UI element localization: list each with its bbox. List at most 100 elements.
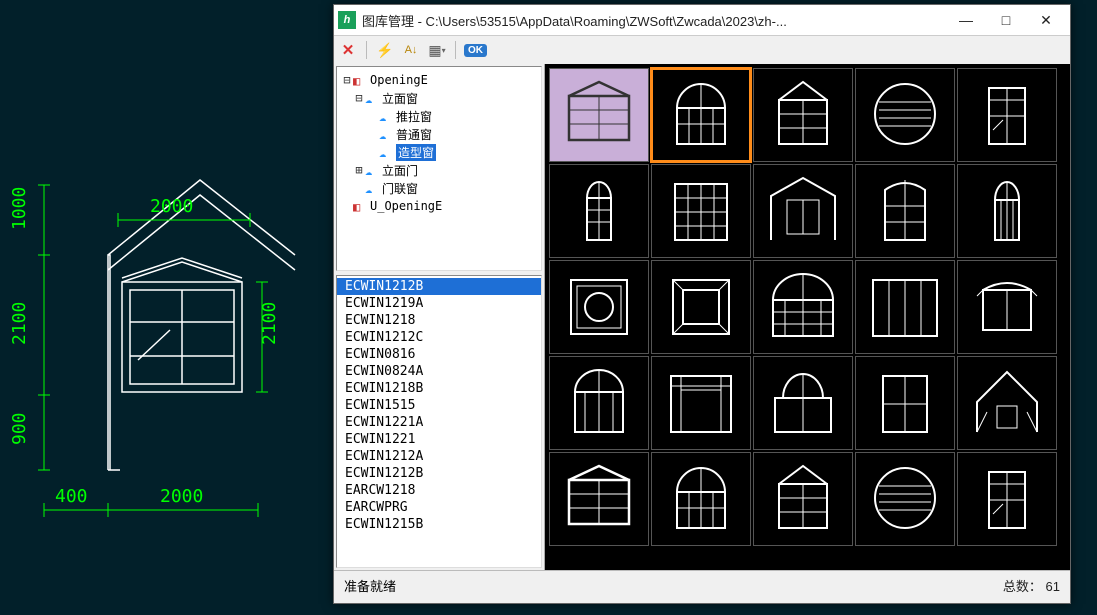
- tree-node-elev-door[interactable]: ⊞ ☁ 立面门: [339, 161, 539, 179]
- cloud-icon: ☁: [365, 182, 379, 194]
- thumbnail-item[interactable]: [651, 356, 751, 450]
- thumbnail-item[interactable]: [855, 164, 955, 258]
- thumbnail-item[interactable]: [549, 164, 649, 258]
- block-list[interactable]: ECWIN1212BECWIN1219AECWIN1218ECWIN1212CE…: [336, 275, 542, 568]
- dim-top: 2000: [150, 196, 193, 217]
- thumbnail-item[interactable]: [855, 356, 955, 450]
- dim-bot-right: 2000: [160, 486, 203, 507]
- status-count: 总数： 61: [1003, 576, 1060, 595]
- list-item[interactable]: ECWIN0824A: [337, 363, 541, 380]
- cloud-icon: ☁: [379, 146, 393, 158]
- status-text: 准备就绪: [344, 576, 1003, 595]
- maximize-button[interactable]: □: [986, 6, 1026, 34]
- tree-label: 推拉窗: [396, 108, 432, 125]
- dim-left-mid: 2100: [9, 302, 30, 345]
- ok-button[interactable]: OK: [464, 44, 487, 57]
- tree-node-user[interactable]: ◧ U_OpeningE: [339, 197, 539, 215]
- thumbnail-item[interactable]: [957, 68, 1057, 162]
- list-item[interactable]: ECWIN0816: [337, 346, 541, 363]
- tree-label: 门联窗: [382, 180, 418, 197]
- list-item[interactable]: EARCWPRG: [337, 499, 541, 516]
- thumbnail-item[interactable]: [855, 452, 955, 546]
- thumbnail-item[interactable]: [549, 68, 649, 162]
- thumbnail-item[interactable]: [957, 260, 1057, 354]
- dialog-title: 图库管理 - C:\Users\53515\AppData\Roaming\ZW…: [362, 11, 946, 30]
- tree-label: 立面门: [382, 162, 418, 179]
- flash-button[interactable]: ⚡: [375, 40, 395, 60]
- thumbnail-item[interactable]: [651, 164, 751, 258]
- cloud-icon: ☁: [379, 128, 393, 140]
- app-icon: h: [338, 11, 356, 29]
- thumbnail-item[interactable]: [651, 452, 751, 546]
- thumbnail-item[interactable]: [957, 452, 1057, 546]
- tree-label: U_OpeningE: [370, 199, 442, 213]
- thumbnail-item[interactable]: [957, 356, 1057, 450]
- sort-button[interactable]: A↓: [401, 40, 421, 60]
- list-item[interactable]: ECWIN1515: [337, 397, 541, 414]
- thumbnail-item[interactable]: [753, 356, 853, 450]
- list-item[interactable]: ECWIN1212A: [337, 448, 541, 465]
- thumbnail-item[interactable]: [855, 260, 955, 354]
- category-tree[interactable]: ⊟ ◧ OpeningE ⊟ ☁ 立面窗 ☁ 推拉窗 ☁ 普通窗: [336, 66, 542, 271]
- thumbnail-item[interactable]: [753, 164, 853, 258]
- thumbnail-grid[interactable]: [545, 64, 1070, 570]
- list-item[interactable]: ECWIN1221A: [337, 414, 541, 431]
- list-item[interactable]: ECWIN1212B: [337, 278, 541, 295]
- separator-icon: [366, 41, 367, 59]
- book-icon: ◧: [353, 74, 367, 86]
- list-item[interactable]: ECWIN1218B: [337, 380, 541, 397]
- cad-drawing: 2000 1000 2100 900 2100 400 2000: [0, 0, 333, 615]
- dim-left-bot: 900: [9, 412, 30, 445]
- minimize-button[interactable]: —: [946, 6, 986, 34]
- book-icon: ◧: [353, 200, 367, 212]
- cloud-icon: ☁: [365, 92, 379, 104]
- separator-icon: [455, 41, 456, 59]
- list-item[interactable]: ECWIN1221: [337, 431, 541, 448]
- tree-node-root[interactable]: ⊟ ◧ OpeningE: [339, 71, 539, 89]
- dialog-body: ⊟ ◧ OpeningE ⊟ ☁ 立面窗 ☁ 推拉窗 ☁ 普通窗: [334, 64, 1070, 570]
- list-item[interactable]: ECWIN1212B: [337, 465, 541, 482]
- list-item[interactable]: EARCW1218: [337, 482, 541, 499]
- list-item[interactable]: ECWIN1219A: [337, 295, 541, 312]
- thumbnail-item[interactable]: [753, 452, 853, 546]
- list-item[interactable]: ECWIN1212C: [337, 329, 541, 346]
- grid-icon: ▦: [428, 42, 441, 59]
- tree-label: 造型窗: [396, 144, 436, 161]
- titlebar[interactable]: h 图库管理 - C:\Users\53515\AppData\Roaming\…: [334, 5, 1070, 36]
- status-bar: 准备就绪 总数： 61: [334, 570, 1070, 599]
- left-panel: ⊟ ◧ OpeningE ⊟ ☁ 立面窗 ☁ 推拉窗 ☁ 普通窗: [334, 64, 545, 570]
- thumbnail-item[interactable]: [549, 260, 649, 354]
- thumbnail-item[interactable]: [753, 260, 853, 354]
- collapse-icon[interactable]: ⊟: [341, 73, 353, 87]
- tree-label: OpeningE: [370, 73, 428, 87]
- tree-node-normal[interactable]: ☁ 普通窗: [339, 125, 539, 143]
- lightning-icon: ⚡: [376, 42, 393, 59]
- list-item[interactable]: ECWIN1218: [337, 312, 541, 329]
- dim-left-top: 1000: [9, 187, 30, 230]
- tree-label: 立面窗: [382, 90, 418, 107]
- tree-node-sliding[interactable]: ☁ 推拉窗: [339, 107, 539, 125]
- thumbnail-item[interactable]: [549, 452, 649, 546]
- toolbar: ✕ ⚡ A↓ ▦▾ OK: [334, 36, 1070, 64]
- tree-node-door-window[interactable]: ☁ 门联窗: [339, 179, 539, 197]
- expand-icon[interactable]: ⊞: [353, 163, 365, 177]
- collapse-icon[interactable]: ⊟: [353, 91, 365, 105]
- thumbnail-item[interactable]: [651, 68, 751, 162]
- dim-bot-left: 400: [55, 486, 88, 507]
- tree-label: 普通窗: [396, 126, 432, 143]
- cloud-icon: ☁: [379, 110, 393, 122]
- cloud-icon: ☁: [365, 164, 379, 176]
- close-button[interactable]: ✕: [1026, 6, 1066, 34]
- tree-node-styled[interactable]: ☁ 造型窗: [339, 143, 539, 161]
- tree-node-elev-window[interactable]: ⊟ ☁ 立面窗: [339, 89, 539, 107]
- thumbnail-item[interactable]: [753, 68, 853, 162]
- thumbnail-item[interactable]: [957, 164, 1057, 258]
- thumbnail-item[interactable]: [549, 356, 649, 450]
- chevron-down-icon: ▾: [442, 46, 446, 55]
- thumbnail-item[interactable]: [651, 260, 751, 354]
- thumbnail-item[interactable]: [855, 68, 955, 162]
- list-item[interactable]: ECWIN1215B: [337, 516, 541, 533]
- library-dialog: h 图库管理 - C:\Users\53515\AppData\Roaming\…: [333, 4, 1071, 604]
- delete-button[interactable]: ✕: [338, 40, 358, 60]
- grid-view-button[interactable]: ▦▾: [427, 40, 447, 60]
